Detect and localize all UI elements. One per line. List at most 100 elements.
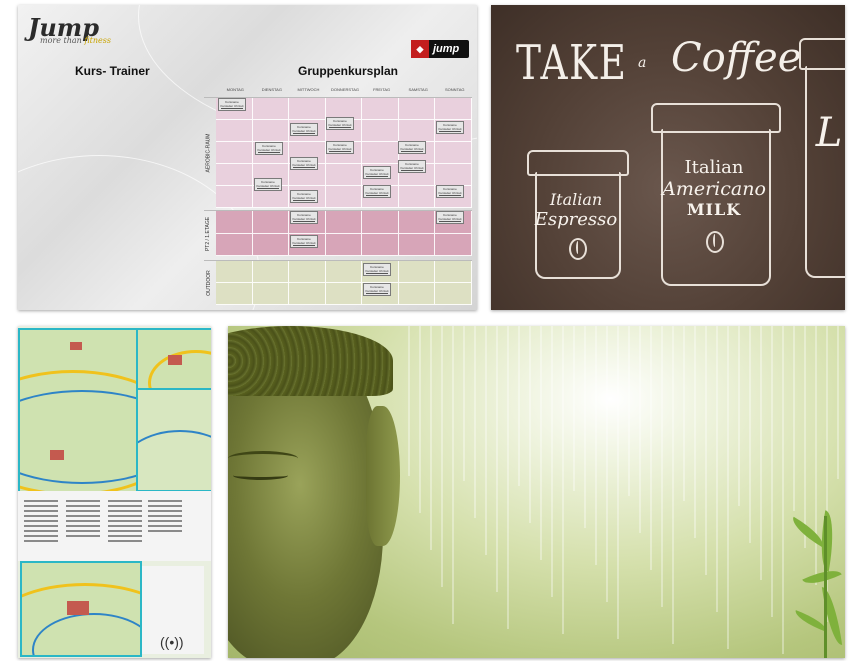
schedule-cell [398,283,436,305]
class-entry[interactable]: Kursname Kursleiter Uhrzeit [290,235,318,248]
schedule-cell [435,98,472,120]
class-entry[interactable]: Kursname Kursleiter Uhrzeit [254,178,282,191]
day-label: MONTAG [226,87,244,92]
light-ray [793,326,795,511]
light-ray [485,326,487,555]
light-ray [408,326,410,476]
light-ray [650,326,652,570]
section-outdoor: OUTDOOR [204,260,472,305]
class-entry[interactable]: Kursname Kursleiter Uhrzeit [363,263,391,276]
light-ray [661,326,663,607]
class-entry[interactable]: Kursname Kursleiter Uhrzeit [363,283,391,296]
cup-label-line: Italian [549,190,603,209]
map-sheet-inset [136,328,211,392]
light-ray [529,326,531,523]
course-schedule-tile[interactable]: Jump more than fitness ◆ jump Kurs- Trai… [18,5,477,310]
light-ray [496,326,498,592]
badge-mark-icon: ◆ [411,40,429,58]
trainer-title: Kurs- Trainer [75,64,150,78]
schedule-cell [362,98,399,120]
buddha-wallpaper-tile[interactable] [228,326,845,658]
coffee-bean-icon [706,231,724,253]
class-entry[interactable]: Kursname Kursleiter Uhrzeit [436,121,464,134]
take-headline: TAKE [516,35,628,91]
class-entry[interactable]: Kursname Kursleiter Uhrzeit [363,185,391,198]
buddha-ear [366,406,400,546]
schedule-cell [216,120,253,142]
class-entry[interactable]: Kursname Kursleiter Uhrzeit [363,166,391,179]
buddha-hair [228,326,393,396]
section-label: PT2 / 1.ETAGE [205,216,212,251]
schedule-cell [216,142,253,164]
schedule-cell [398,98,436,120]
class-entry[interactable]: Kursname Kursleiter Uhrzeit [255,142,283,155]
schedule-cell [252,211,290,234]
section-pt: PT2 / 1.ETAGE [204,210,472,256]
map-info-panel: ((•)) [142,566,204,654]
class-entry[interactable]: Kursname Kursleiter Uhrzeit [290,157,318,170]
light-ray [705,326,707,575]
schedule-cell [325,211,363,234]
light-ray [694,326,696,538]
schedule-cell [362,233,399,256]
schedule-cell [435,164,472,186]
schedule-cell [435,142,472,164]
light-ray [760,326,762,580]
light-ray [639,326,641,533]
light-ray [782,326,784,654]
light-ray [606,326,608,602]
section-label: AEROBIC-RAUM [205,133,212,173]
schedule-cell [289,261,326,283]
town-marker [67,601,89,615]
schedule-cell [289,283,326,305]
coffee-bean-icon [569,238,587,260]
map-sheet-inset [136,388,211,492]
light-ray [540,326,542,560]
schedule-cell [362,211,399,234]
light-ray [507,326,509,629]
light-ray [727,326,729,649]
class-entry[interactable]: Kursname Kursleiter Uhrzeit [290,123,318,136]
class-entry[interactable]: Kursname Kursleiter Uhrzeit [218,98,246,111]
map-legend [18,491,211,561]
day-label: MITTWOCH [297,87,320,92]
class-entry[interactable]: Kursname Kursleiter Uhrzeit [326,117,354,130]
cup-label-line: L [815,110,843,156]
schedule-cell [398,186,436,208]
light-ray [672,326,674,644]
schedule-grid [216,261,472,305]
schedule-cell [252,261,290,283]
light-ray [749,326,751,543]
schedule-cell [289,98,326,120]
class-entry[interactable]: Kursname Kursleiter Uhrzeit [436,211,464,224]
schedule-cell [325,261,363,283]
town-marker [50,450,64,460]
light-ray [419,326,421,513]
class-entry[interactable]: Kursname Kursleiter Uhrzeit [398,160,426,173]
light-ray [518,326,520,486]
class-entry[interactable]: Kursname Kursleiter Uhrzeit [436,185,464,198]
weekday-header: MONTAG DIENSTAG MITTWOCH DONNERSTAG FREI… [217,87,473,92]
schedule-cell [398,120,436,142]
schedule-cell [398,233,436,256]
class-entry[interactable]: Kursname Kursleiter Uhrzeit [398,141,426,154]
coffee-wallpaper-tile[interactable]: TAKE a Coffee Italian Espresso Italian A… [491,5,845,310]
cup-label-line: Espresso [534,209,618,230]
schedule-cell [435,283,472,305]
light-ray [738,326,740,506]
light-ray [716,326,718,612]
schedule-cell [398,211,436,234]
map-poster-tile[interactable]: ((•)) [18,326,211,658]
cup-label-line: MILK [686,200,742,219]
light-ray [617,326,619,639]
light-ray [628,326,630,496]
schedule-cell [252,233,290,256]
class-entry[interactable]: Kursname Kursleiter Uhrzeit [290,190,318,203]
class-entry[interactable]: Kursname Kursleiter Uhrzeit [290,211,318,224]
light-ray [584,326,586,528]
class-entry[interactable]: Kursname Kursleiter Uhrzeit [326,141,354,154]
schedule-cell [398,261,436,283]
eye [233,471,288,480]
river [138,430,211,490]
schedule-cell [216,261,253,283]
